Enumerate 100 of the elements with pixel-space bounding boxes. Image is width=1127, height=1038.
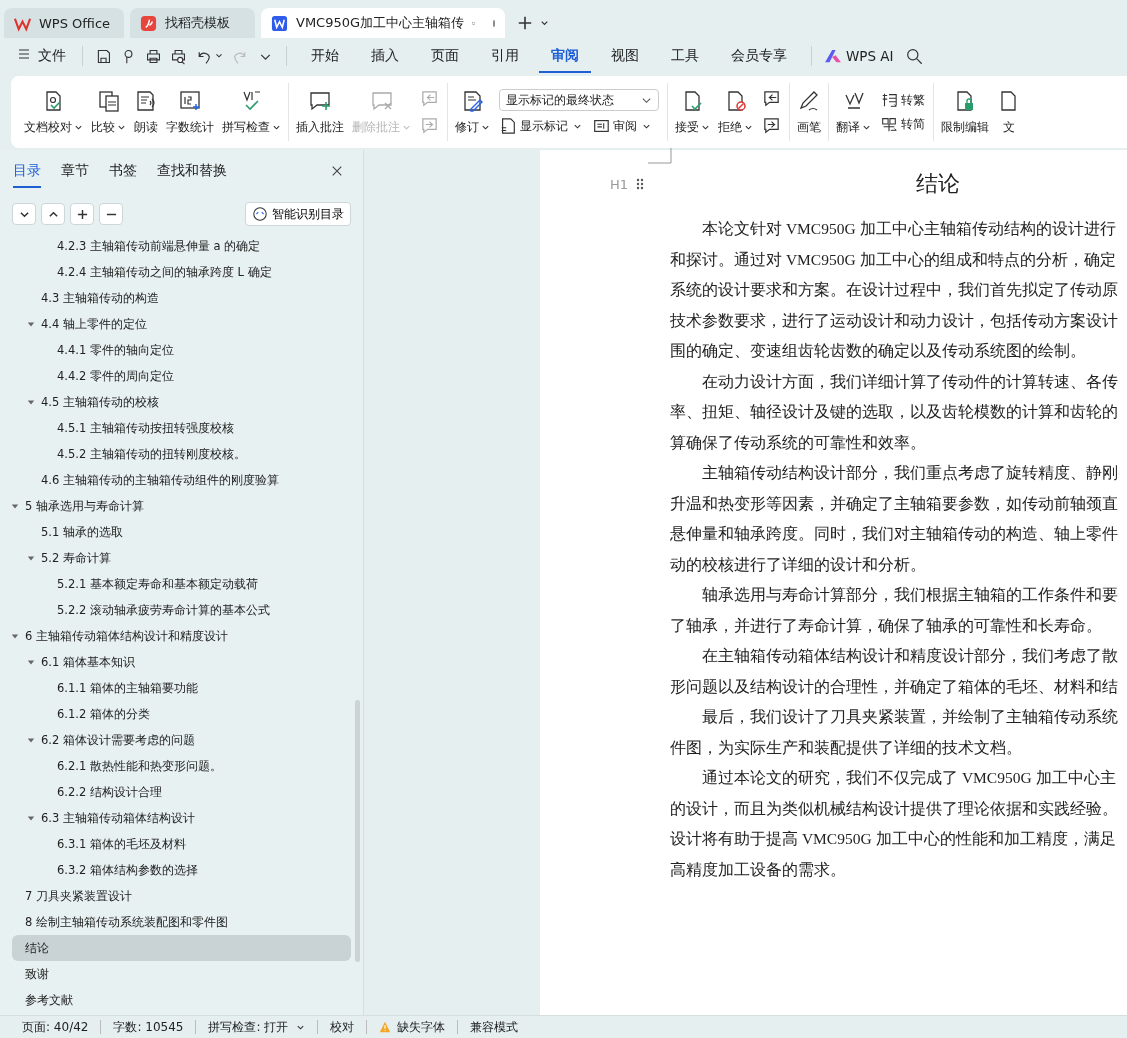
ribbon-button[interactable]: 审阅 (592, 117, 651, 135)
new-tab-icon[interactable] (517, 15, 533, 31)
toc-item[interactable]: 4.5.1 主轴箱传动按扭转强度校核 (0, 415, 351, 441)
scrollbar[interactable] (355, 700, 360, 962)
toc-item[interactable]: 致谢 (0, 961, 351, 987)
toc-item[interactable]: 5.2.2 滚动轴承疲劳寿命计算的基本公式 (0, 597, 351, 623)
markup-display-dropdown[interactable]: 显示标记的最终状态 (499, 89, 659, 111)
expanded-triangle-icon[interactable] (27, 736, 35, 744)
toc-item[interactable]: 8 绘制主轴箱传动系统装配图和零件图 (0, 909, 351, 935)
toc-item[interactable]: 6.2.1 散热性能和热变形问题。 (0, 753, 351, 779)
menu-tab[interactable]: 会员专享 (719, 39, 799, 73)
menu-tab[interactable]: 工具 (659, 39, 711, 73)
toc-item[interactable]: 4.6 主轴箱传动的主轴箱传动组件的刚度验算 (0, 467, 351, 493)
save-icon[interactable] (95, 47, 112, 65)
toc-item[interactable]: 4.4.1 零件的轴向定位 (0, 337, 351, 363)
paragraph-line: 在动力设计方面，我们详细计算了传动件的计算转速、各传 (701, 371, 1118, 392)
ribbon-button[interactable]: 翻译 (833, 88, 874, 136)
menu-tab[interactable]: 视图 (599, 39, 651, 73)
previous-comment-icon[interactable] (762, 89, 781, 108)
toc-item[interactable]: 4.4.2 零件的周向定位 (0, 363, 351, 389)
toc-item[interactable]: 6.1 箱体基本知识 (0, 649, 351, 675)
document-tab[interactable]: WPS Office (4, 8, 124, 38)
toc-item[interactable]: 4.5.2 主轴箱传动的扭转刚度校核。 (0, 441, 351, 467)
wps-ai-button[interactable]: WPS AI (846, 48, 894, 64)
collapse-button[interactable] (12, 203, 36, 225)
print-icon[interactable] (145, 47, 162, 65)
menu-tab[interactable]: 插入 (359, 39, 411, 73)
ai-logo-icon (824, 49, 842, 63)
smart-toc-button[interactable]: 智能识别目录 (245, 202, 351, 226)
toc-item[interactable]: 6.3 主轴箱传动箱体结构设计 (0, 805, 351, 831)
expanded-triangle-icon[interactable] (11, 502, 19, 510)
paragraph-line: 最后，我们设计了刀具夹紧装置，并绘制了主轴箱传动系统 (701, 707, 1118, 727)
status-text[interactable]: 校对 (324, 1018, 361, 1036)
next-comment-icon[interactable] (762, 116, 781, 135)
toc-item[interactable]: 4.4 轴上零件的定位 (0, 311, 351, 337)
status-text[interactable]: 页面: 40/42 (16, 1018, 95, 1036)
expanded-triangle-icon[interactable] (27, 398, 35, 406)
expanded-triangle-icon[interactable] (27, 554, 35, 562)
ribbon-button[interactable]: 字数统计 (163, 88, 217, 136)
document-heading: 结论 (916, 170, 961, 198)
ai-recognize-icon (252, 206, 268, 222)
add-button[interactable] (70, 203, 94, 225)
expanded-triangle-icon[interactable] (27, 658, 35, 666)
print-preview-icon[interactable] (170, 47, 187, 65)
status-text[interactable]: 兼容模式 (464, 1018, 525, 1036)
ribbon-button[interactable]: 插入批注 (293, 88, 347, 136)
ribbon-button[interactable]: 文 (994, 88, 1024, 136)
toc-item[interactable]: 参考文献 (0, 987, 351, 1013)
expand-button[interactable] (41, 203, 65, 225)
toc-item[interactable]: 6 主轴箱传动箱体结构设计和精度设计 (0, 623, 351, 649)
expanded-triangle-icon[interactable] (11, 632, 19, 640)
toc-item[interactable]: 6.1.1 箱体的主轴箱要功能 (0, 675, 351, 701)
toc-item[interactable]: 6.2.2 结构设计合理 (0, 779, 351, 805)
close-icon[interactable] (331, 165, 343, 177)
menu-tab[interactable]: 引用 (479, 39, 531, 73)
toc-item[interactable]: 6.2 箱体设计需要考虑的问题 (0, 727, 351, 753)
paragraph-line: 升温和热变形等因素，并确定了主轴箱要参数，如传动前轴颈直 (670, 493, 1118, 514)
ribbon-button[interactable]: 拒绝 (715, 88, 756, 136)
ribbon-button[interactable]: 显示标记 (499, 117, 582, 135)
ribbon-button[interactable]: 修订 (452, 88, 493, 136)
document-tab[interactable]: VMC950G加工中心主轴箱传 (261, 8, 505, 38)
expanded-triangle-icon[interactable] (27, 320, 35, 328)
ribbon-button[interactable]: 文档校对 (21, 88, 86, 136)
ribbon-button[interactable]: 朗读 (131, 88, 161, 136)
ribbon-button[interactable]: 转简 (880, 115, 925, 133)
status-dropdown[interactable]: 拼写检查: 打开 (202, 1018, 312, 1036)
pane-tab[interactable]: 查找和替换 (157, 162, 227, 188)
toc-item[interactable]: 6.3.1 箱体的毛坯及材料 (0, 831, 351, 857)
toc-item[interactable]: 4.5 主轴箱传动的校核 (0, 389, 351, 415)
document-tab[interactable]: 找稻壳模板 (130, 8, 255, 38)
toc-item[interactable]: 4.2.4 主轴箱传动之间的轴承跨度 L 确定 (0, 259, 351, 285)
toc-item[interactable]: 4.2.3 主轴箱传动前端悬伸量 a 的确定 (0, 233, 351, 259)
ribbon-button[interactable]: 比较 (88, 88, 129, 136)
toc-item[interactable]: 5.1 轴承的选取 (0, 519, 351, 545)
toc-item[interactable]: 5 轴承选用与寿命计算 (0, 493, 351, 519)
toc-item[interactable]: 6.1.2 箱体的分类 (0, 701, 351, 727)
toc-item[interactable]: 4.3 主轴箱传动的构造 (0, 285, 351, 311)
ribbon-button[interactable]: 转繁 (880, 91, 925, 109)
toc-item[interactable]: 7 刀具夹紧装置设计 (0, 883, 351, 909)
file-menu-button[interactable]: 文件 (14, 47, 70, 65)
read-aloud-icon (134, 88, 158, 113)
status-text[interactable]: 字数: 10545 (107, 1018, 190, 1036)
pane-tab[interactable]: 书签 (109, 162, 137, 188)
ribbon-button[interactable]: 画笔 (794, 88, 824, 136)
ribbon-button[interactable]: 限制编辑 (938, 88, 992, 136)
toc-item[interactable]: 6.3.2 箱体结构参数的选择 (0, 857, 351, 883)
status-text[interactable]: 缺失字体 (397, 1018, 446, 1036)
toc-item[interactable]: 5.2.1 基本额定寿命和基本额定动载荷 (0, 571, 351, 597)
ribbon-button[interactable]: 拼写检查 (219, 88, 284, 136)
expanded-triangle-icon[interactable] (27, 814, 35, 822)
drag-handle-icon[interactable] (636, 178, 645, 190)
pane-tab[interactable]: 章节 (61, 162, 89, 188)
menu-tab[interactable]: 开始 (299, 39, 351, 73)
toc-item[interactable]: 5.2 寿命计算 (0, 545, 351, 571)
search-icon[interactable] (905, 47, 923, 65)
menu-tab[interactable]: 审阅 (539, 39, 591, 73)
ribbon-button[interactable]: 接受 (672, 88, 713, 136)
menu-tab[interactable]: 页面 (419, 39, 471, 73)
pane-tab[interactable]: 目录 (13, 162, 41, 188)
toc-item[interactable]: 结论 (12, 935, 351, 961)
